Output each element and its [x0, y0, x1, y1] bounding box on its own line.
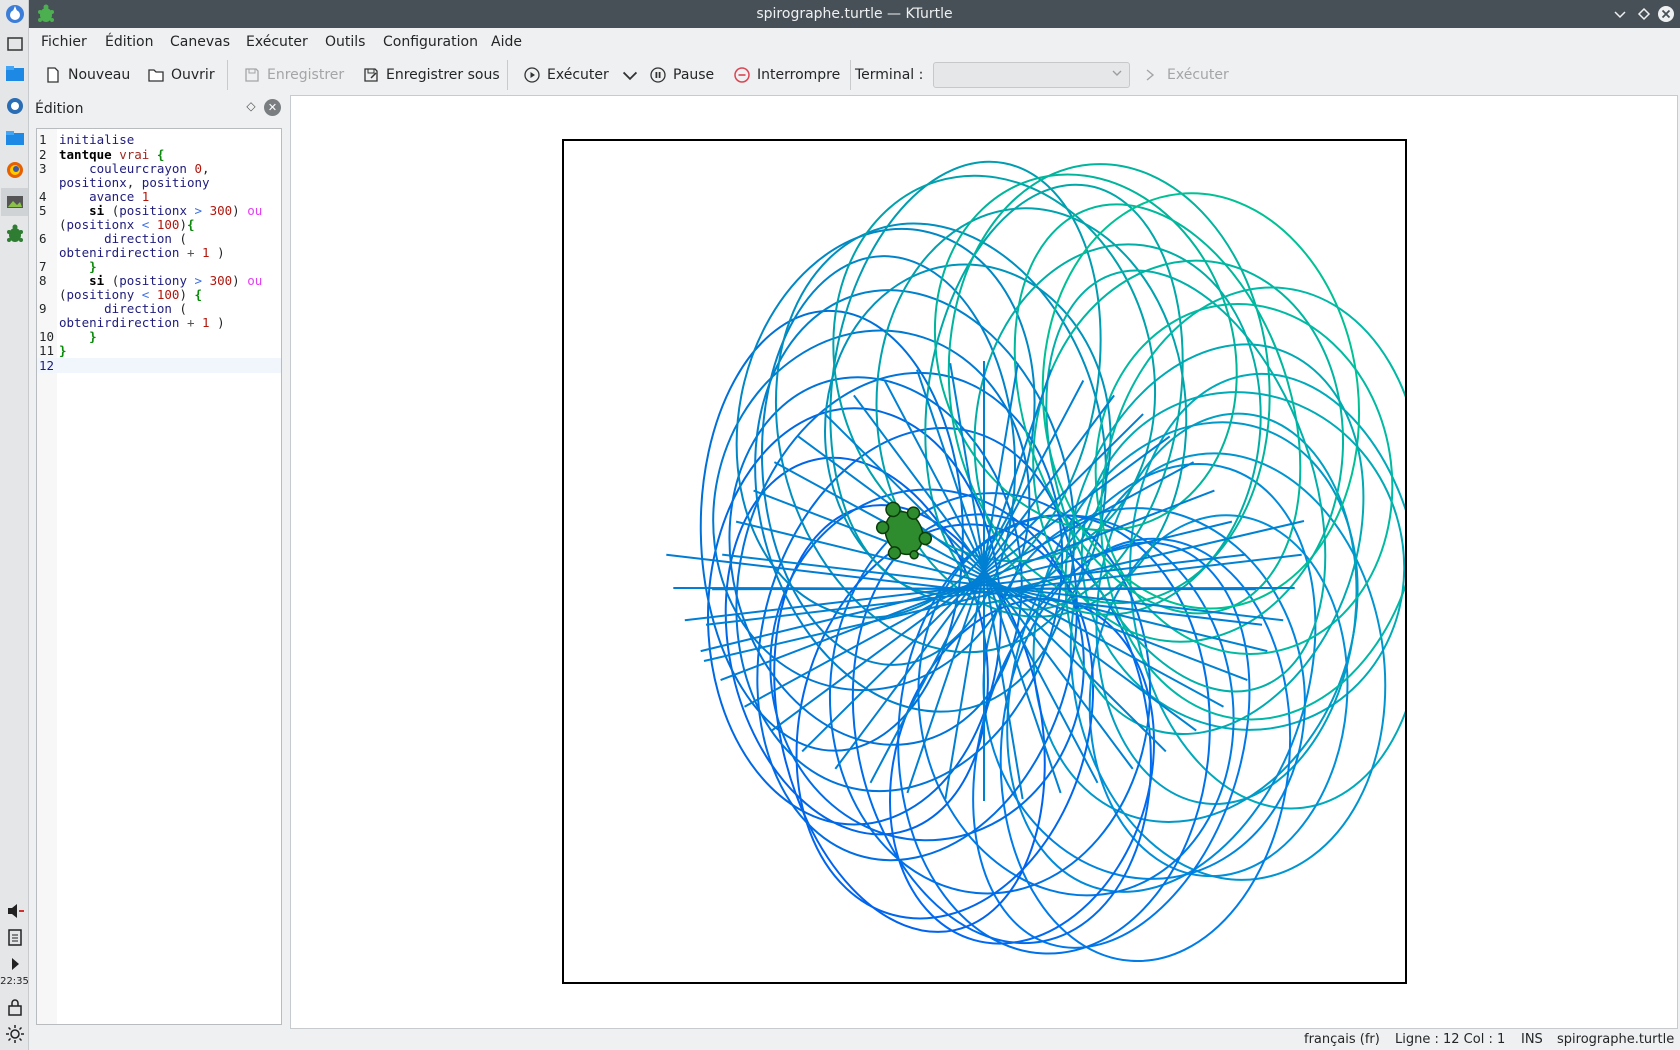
taskbar: 22:35 [0, 0, 29, 1050]
clipboard-icon[interactable] [4, 926, 26, 948]
browser-icon[interactable] [4, 95, 26, 117]
save-button-label: Enregistrer [267, 67, 345, 83]
spirograph-loop [1099, 286, 1405, 721]
menu-configuration[interactable]: Configuration [383, 34, 478, 50]
spirograph-loop [924, 183, 1184, 611]
spirograph-loop [897, 514, 1211, 955]
lock-icon[interactable] [4, 996, 26, 1018]
abort-button-label: Interrompre [757, 67, 841, 83]
new-button-label: Nouveau [68, 67, 131, 83]
turtle-canvas[interactable] [562, 139, 1407, 984]
stop-circle-icon [734, 67, 750, 83]
status-bar: français (fr) Ligne : 12 Col : 1 INS spi… [29, 1030, 1680, 1050]
spirograph-chord [824, 413, 1167, 753]
new-button[interactable]: Nouveau [44, 63, 130, 87]
menu-bar: Fichier Édition Canevas Exécuter Outils … [29, 28, 1680, 56]
volume-muted-icon[interactable] [4, 900, 26, 922]
abort-button[interactable]: Interrompre [733, 63, 840, 87]
menu-edition[interactable]: Édition [105, 34, 153, 50]
open-folder-icon [148, 69, 164, 82]
code-line-12: 12 [37, 358, 281, 373]
toolbar: Nouveau Ouvrir Enregistrer Enregistrer s… [29, 56, 1680, 93]
save-icon [245, 68, 259, 82]
status-filename: spirographe.turtle [1557, 1032, 1675, 1047]
code-editor[interactable]: 1 initialise 2 tantque vrai { 3 couleurcra… [36, 128, 282, 1025]
spirograph-loop [832, 174, 1157, 563]
new-file-icon [47, 67, 59, 83]
pause-circle-icon [650, 67, 666, 83]
clock[interactable]: 22:35 [0, 976, 29, 987]
run-button-label: Exécuter [547, 67, 609, 83]
maximize-icon[interactable] [1635, 5, 1653, 23]
open-button-label: Ouvrir [171, 67, 215, 83]
power-settings-icon[interactable] [4, 1023, 26, 1045]
minimize-icon[interactable] [1611, 5, 1629, 23]
app-launcher-icon[interactable] [4, 3, 26, 25]
pause-button-label: Pause [673, 67, 715, 83]
save-as-button[interactable]: Enregistrer sous [362, 63, 500, 87]
console-prompt-icon [1146, 69, 1155, 81]
expand-tray-icon[interactable] [4, 953, 26, 975]
pause-button[interactable]: Pause [649, 63, 714, 87]
title-bar: spirographe.turtle — KTurtle [29, 0, 1680, 28]
save-as-button-label: Enregistrer sous [386, 67, 500, 83]
menu-aide[interactable]: Aide [491, 34, 522, 50]
save-button[interactable]: Enregistrer [243, 63, 344, 87]
menu-executer[interactable]: Exécuter [246, 34, 308, 50]
spirograph-drawing [666, 160, 1405, 963]
status-language[interactable]: français (fr) [1304, 1032, 1380, 1047]
close-dock-icon[interactable]: ✕ [264, 99, 281, 116]
menu-fichier[interactable]: Fichier [41, 34, 87, 50]
editor-dock: Édition ◇ ✕ 1 initialise 2 tantque vrai { … [31, 95, 286, 1030]
terminal-label: Terminal : [855, 67, 924, 83]
terminal-input[interactable] [933, 62, 1130, 88]
file-manager-icon[interactable] [4, 63, 26, 85]
run-speed-dropdown[interactable] [621, 63, 639, 87]
image-viewer-icon[interactable] [1, 188, 28, 216]
kturtle-icon[interactable] [4, 223, 26, 245]
run-button[interactable]: Exécuter [523, 63, 609, 87]
terminal-run-label: Exécuter [1167, 67, 1229, 83]
spirograph-loops [666, 160, 1405, 963]
chevron-down-icon [1111, 67, 1123, 82]
menu-canevas[interactable]: Canevas [170, 34, 230, 50]
menu-outils[interactable]: Outils [325, 34, 365, 50]
show-desktop-icon[interactable] [4, 33, 26, 55]
toolbar-separator [507, 60, 508, 90]
save-as-icon [364, 68, 378, 82]
chevron-down-icon [622, 71, 638, 81]
close-window-icon[interactable] [1657, 5, 1675, 23]
folder-icon[interactable] [4, 127, 26, 149]
status-cursor-position: Ligne : 12 Col : 1 [1395, 1032, 1506, 1047]
canvas-area[interactable] [290, 95, 1678, 1029]
firefox-icon[interactable] [4, 159, 26, 181]
toolbar-separator [850, 60, 851, 90]
open-button[interactable]: Ouvrir [147, 63, 215, 87]
toolbar-separator [227, 60, 228, 90]
dock-title: Édition [35, 101, 84, 117]
play-circle-icon [524, 67, 540, 83]
float-dock-icon[interactable]: ◇ [243, 99, 259, 115]
window-title: spirographe.turtle — KTurtle [756, 6, 953, 22]
terminal-run-button[interactable]: Exécuter [1143, 63, 1229, 87]
status-insert-mode[interactable]: INS [1521, 1032, 1543, 1047]
